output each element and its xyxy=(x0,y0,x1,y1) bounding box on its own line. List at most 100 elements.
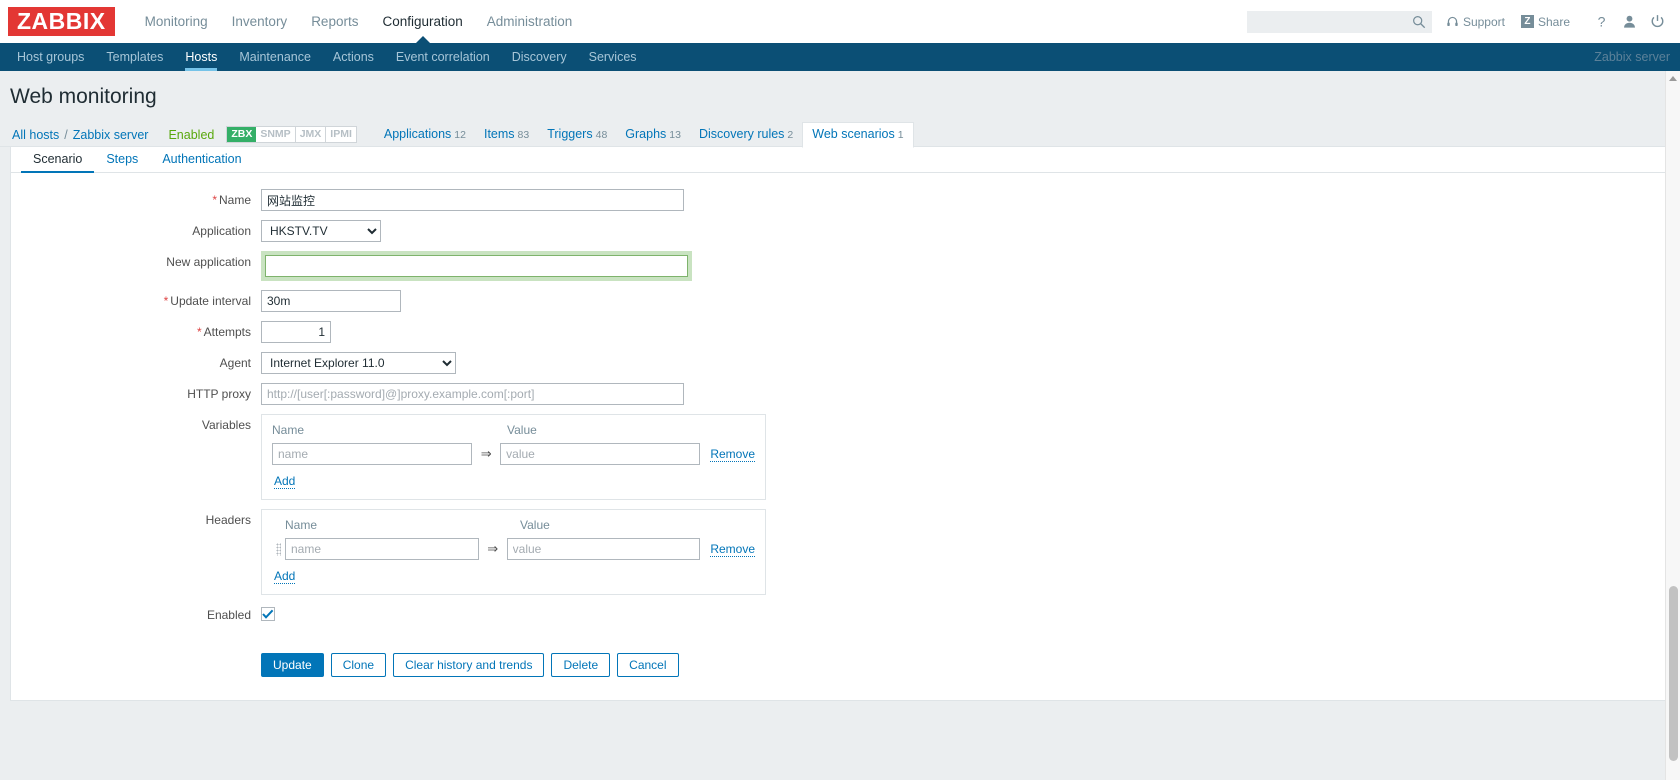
host-tab-label: Applications xyxy=(383,127,452,141)
delete-button[interactable]: Delete xyxy=(551,653,611,677)
subnav-item-actions[interactable]: Actions xyxy=(322,43,385,71)
new-application-input[interactable] xyxy=(265,255,688,277)
host-tab-count: 83 xyxy=(517,129,530,141)
label-http-proxy: HTTP proxy xyxy=(187,387,251,401)
host-tab-count: 1 xyxy=(897,129,904,141)
control-new-application xyxy=(261,251,1669,281)
page-scrollbar[interactable] xyxy=(1665,71,1680,780)
tab-authentication[interactable]: Authentication xyxy=(150,147,253,172)
enabled-checkbox[interactable] xyxy=(261,607,275,621)
control-headers: Name Value ⇒ Remove Add xyxy=(261,509,1669,595)
maps-to-arrow-icon: ⇒ xyxy=(487,541,499,556)
field-row-http-proxy: HTTP proxy xyxy=(11,383,1669,405)
host-tab-count: 2 xyxy=(787,129,794,141)
subnav-item-maintenance[interactable]: Maintenance xyxy=(228,43,322,71)
host-tab-label: Web scenarios xyxy=(812,127,895,141)
name-input[interactable] xyxy=(261,189,684,211)
host-tab-label: Discovery rules xyxy=(698,127,785,141)
required-marker: * xyxy=(212,193,217,207)
update-interval-input[interactable] xyxy=(261,290,401,312)
header-remove-link[interactable]: Remove xyxy=(710,542,755,557)
new-application-focus-ring xyxy=(261,251,692,281)
field-row-application: Application HKSTV.TV xyxy=(11,220,1669,242)
application-select[interactable]: HKSTV.TV xyxy=(261,220,381,242)
search-input[interactable] xyxy=(1246,11,1407,32)
label-headers: Headers xyxy=(205,513,251,527)
host-tab-web-scenarios[interactable]: Web scenarios 1 xyxy=(802,122,914,148)
interface-badge-ipmi: IPMI xyxy=(330,127,352,140)
subnav-item-hosts[interactable]: Hosts xyxy=(174,43,228,71)
required-marker: * xyxy=(163,294,169,308)
variables-row: ⇒ Remove xyxy=(272,443,755,465)
required-marker: * xyxy=(196,325,202,339)
label-update-interval: * Update interval xyxy=(11,290,261,312)
label-attempts: * Attempts xyxy=(11,321,261,343)
tab-steps[interactable]: Steps xyxy=(94,147,150,172)
host-tab-triggers[interactable]: Triggers 48 xyxy=(538,122,616,147)
question-mark-icon: ? xyxy=(1597,14,1605,30)
power-icon xyxy=(1651,15,1663,28)
header-name-input[interactable] xyxy=(285,538,479,560)
menu-item-reports[interactable]: Reports xyxy=(299,0,370,43)
variables-add-link[interactable]: Add xyxy=(274,474,296,489)
drag-handle-icon[interactable] xyxy=(272,540,285,558)
user-profile-button[interactable] xyxy=(1616,9,1642,35)
page-content: Web monitoring All hosts / Zabbix server… xyxy=(0,71,1680,780)
agent-select[interactable]: Internet Explorer 11.0 xyxy=(261,352,456,374)
host-tab-count: 13 xyxy=(669,129,681,141)
clone-button[interactable]: Clone xyxy=(330,653,387,677)
page-footer-strip xyxy=(0,772,1680,780)
help-button[interactable]: ? xyxy=(1588,9,1614,35)
share-label: Share xyxy=(1537,14,1570,29)
menu-item-configuration[interactable]: Configuration xyxy=(370,0,474,43)
variable-name-input[interactable] xyxy=(272,443,473,465)
menu-item-monitoring[interactable]: Monitoring xyxy=(133,0,220,43)
action-buttons: Update Clone Clear history and trends De… xyxy=(261,653,1669,677)
host-status-label: Enabled xyxy=(168,128,215,142)
headset-icon xyxy=(1447,16,1458,27)
field-row-headers: Headers Name Value ⇒ Remove xyxy=(11,509,1669,595)
field-row-actions: Update Clone Clear history and trends De… xyxy=(11,635,1669,677)
scroll-up-arrow-icon[interactable] xyxy=(1669,76,1677,81)
http-proxy-input[interactable] xyxy=(261,383,684,405)
scrollbar-thumb[interactable] xyxy=(1669,586,1678,761)
subnav-item-event-correlation[interactable]: Event correlation xyxy=(385,43,501,71)
share-link[interactable]: Z Share xyxy=(1520,14,1570,29)
update-button[interactable]: Update xyxy=(261,653,324,677)
menu-item-inventory[interactable]: Inventory xyxy=(220,0,300,43)
support-link[interactable]: Support xyxy=(1446,15,1505,29)
breadcrumb-host[interactable]: Zabbix server xyxy=(73,123,149,147)
variable-remove-link[interactable]: Remove xyxy=(710,447,755,462)
headers-add-link[interactable]: Add xyxy=(274,569,296,584)
interface-badges: ZBX SNMP JMX IPMI xyxy=(226,125,357,143)
global-search[interactable] xyxy=(1246,10,1432,33)
subnav-item-templates[interactable]: Templates xyxy=(95,43,174,71)
sign-out-button[interactable] xyxy=(1644,9,1670,35)
host-tab-applications[interactable]: Applications 12 xyxy=(375,122,475,147)
field-row-update-interval: * Update interval xyxy=(11,290,1669,312)
headers-table-header: Name Value xyxy=(272,518,755,532)
zabbix-logo[interactable]: ZABBIX xyxy=(8,6,115,37)
subnav-item-services[interactable]: Services xyxy=(578,43,648,71)
subnav-item-discovery[interactable]: Discovery xyxy=(501,43,578,71)
host-tab-label: Graphs xyxy=(625,127,667,141)
server-name-label: Zabbix server xyxy=(1594,50,1670,64)
clear-history-button[interactable]: Clear history and trends xyxy=(393,653,545,677)
host-tab-items[interactable]: Items 83 xyxy=(475,122,538,147)
host-tab-graphs[interactable]: Graphs 13 xyxy=(616,122,690,147)
headers-col-name: Name xyxy=(285,518,318,532)
attempts-input[interactable] xyxy=(261,321,331,343)
variable-value-input[interactable] xyxy=(500,443,701,465)
breadcrumb-separator: / xyxy=(64,128,68,142)
main-menu: Monitoring Inventory Reports Configurati… xyxy=(133,0,585,43)
label-new-application: New application xyxy=(166,255,251,269)
subnav-item-host-groups[interactable]: Host groups xyxy=(6,43,95,71)
tab-scenario[interactable]: Scenario xyxy=(21,147,95,173)
cancel-button[interactable]: Cancel xyxy=(617,653,679,677)
breadcrumb-all-hosts[interactable]: All hosts xyxy=(12,123,59,147)
label-name: * Name xyxy=(11,189,261,211)
menu-item-administration[interactable]: Administration xyxy=(475,0,585,43)
host-tab-discovery-rules[interactable]: Discovery rules 2 xyxy=(690,122,802,147)
header-value-input[interactable] xyxy=(506,538,701,560)
headers-table: Name Value ⇒ Remove Add xyxy=(261,509,766,595)
